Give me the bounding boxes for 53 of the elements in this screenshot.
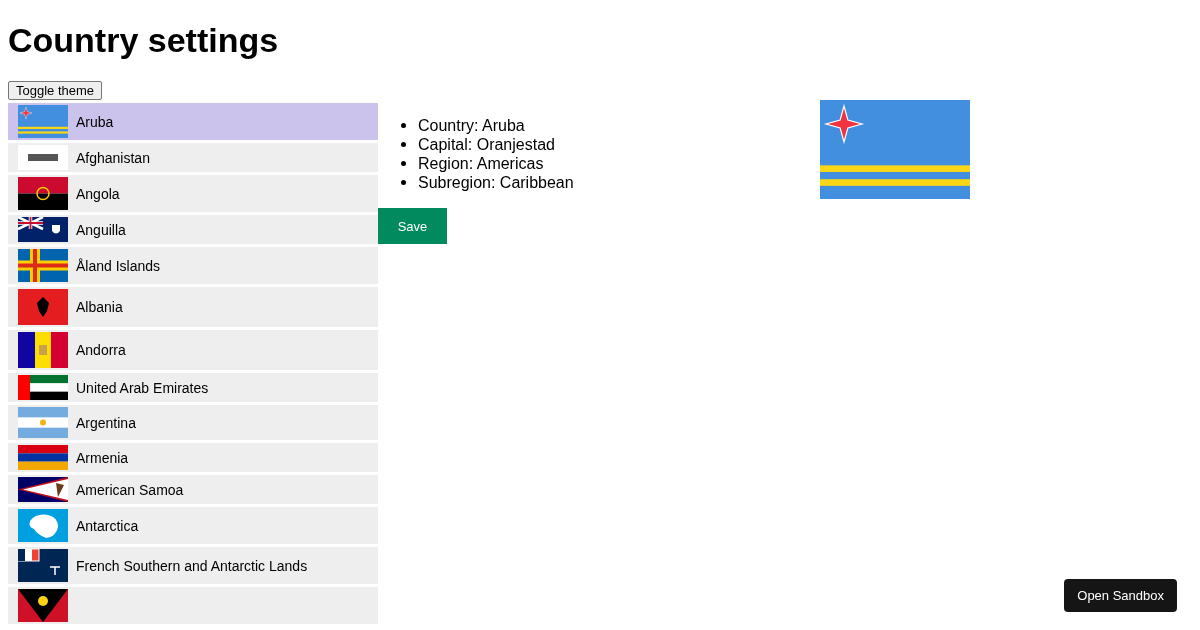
flag-icon	[18, 289, 68, 325]
country-list-item[interactable]: Antarctica	[8, 507, 378, 544]
bullet-icon	[401, 161, 406, 166]
country-name: American Samoa	[76, 481, 184, 498]
country-name: Albania	[76, 299, 123, 315]
country-list-item[interactable]: Argentina	[8, 405, 378, 440]
flag-icon	[18, 105, 68, 138]
country-name: Anguilla	[76, 221, 126, 238]
country-name: Antarctica	[76, 517, 139, 534]
bullet-icon	[401, 142, 406, 147]
save-button[interactable]: Save	[378, 208, 447, 244]
flag-icon	[18, 549, 68, 582]
flag-icon	[18, 217, 68, 242]
toggle-theme-button[interactable]: Toggle theme	[8, 81, 103, 100]
flag-icon	[18, 407, 68, 438]
country-name: United Arab Emirates	[76, 379, 209, 396]
flag-icon	[18, 477, 68, 502]
detail-text: Capital: Oranjestad	[418, 135, 555, 154]
country-list-item[interactable]: Angola	[8, 175, 378, 212]
flag-icon	[18, 332, 68, 368]
flag-icon	[18, 177, 68, 210]
bullet-icon	[401, 123, 406, 128]
country-name: Andorra	[76, 342, 126, 358]
country-list-item[interactable]: Afghanistan	[8, 143, 378, 172]
country-name: Aruba	[76, 113, 114, 130]
detail-text: Country: Aruba	[418, 116, 525, 135]
flag-icon	[18, 445, 68, 470]
country-name: Armenia	[76, 449, 129, 466]
country-list-item[interactable]: Albania	[8, 287, 378, 327]
bullet-icon	[401, 180, 406, 185]
country-name: French Southern and Antarctic Lands	[76, 557, 308, 574]
country-list-item[interactable]: Andorra	[8, 330, 378, 370]
page-title: Country settings	[7, 20, 280, 61]
country-list-item[interactable]: Åland Islands	[8, 247, 378, 284]
flag-icon	[18, 589, 68, 622]
country-list-item[interactable]: French Southern and Antarctic Lands	[8, 547, 378, 584]
open-sandbox-button[interactable]: Open Sandbox	[1064, 579, 1177, 612]
country-name: Afghanistan	[76, 149, 150, 166]
flag-icon	[18, 249, 68, 282]
flag-icon	[18, 375, 68, 400]
country-list-item[interactable]: Aruba	[8, 103, 378, 140]
country-list-item[interactable]: Armenia	[8, 443, 378, 472]
detail-text: Region: Americas	[418, 154, 544, 173]
country-list-item[interactable]: American Samoa	[8, 475, 378, 504]
flag-icon	[18, 509, 68, 542]
flag-icon	[18, 145, 68, 170]
country-list-item[interactable]: Anguilla	[8, 215, 378, 244]
detail-text: Subregion: Caribbean	[418, 173, 574, 192]
country-list-item[interactable]: United Arab Emirates	[8, 373, 378, 402]
country-name: Åland Islands	[76, 257, 161, 274]
country-name: Angola	[76, 185, 120, 202]
country-name: Argentina	[76, 414, 136, 431]
country-list-item[interactable]	[8, 587, 378, 624]
